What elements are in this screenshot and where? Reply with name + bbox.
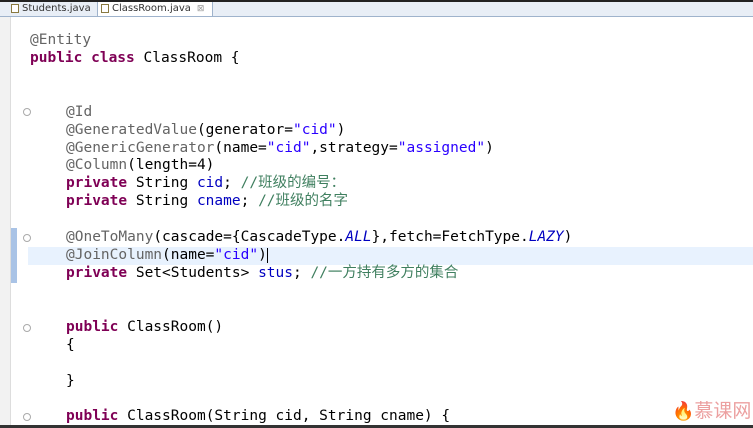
code-text: Set<Students> xyxy=(127,265,259,281)
code-text: String xyxy=(127,175,197,191)
code-line: private String cname; //班级的名字 xyxy=(66,192,348,210)
string: "assigned" xyxy=(397,140,486,156)
comment: //一方持有多方的集合 xyxy=(310,265,459,281)
java-file-icon xyxy=(11,4,19,13)
code-text: ; xyxy=(292,265,311,281)
fold-icon[interactable] xyxy=(23,234,31,242)
keyword: public xyxy=(66,408,119,424)
tab-label: ClassRoom.java xyxy=(112,3,191,14)
code-line: @Entity xyxy=(30,32,92,48)
code-line: public ClassRoom() xyxy=(66,318,223,336)
code-line: @GenericGenerator(name="cid",strategy="a… xyxy=(66,139,494,157)
code-text: (generator= xyxy=(196,122,293,138)
annotation: @OneToMany xyxy=(66,229,154,245)
imooc-watermark: 🔥慕课网 xyxy=(672,396,751,423)
code-text: ) xyxy=(336,122,346,138)
code-line: @OneToMany(cascade={CascadeType.ALL},fet… xyxy=(66,228,572,246)
watermark-text: 慕课网 xyxy=(694,400,752,422)
java-file-icon xyxy=(101,4,109,13)
field: cid xyxy=(196,175,224,191)
text-caret xyxy=(266,247,268,263)
code-text: ClassRoom() xyxy=(118,319,224,335)
code-line: public ClassRoom(String cid, String cnam… xyxy=(66,407,450,425)
keyword: private xyxy=(66,265,128,281)
string: "cid" xyxy=(266,140,311,156)
code-line: @Column(length=4) xyxy=(66,156,214,174)
field: cname xyxy=(196,193,241,209)
code-text: ClassRoom { xyxy=(134,50,240,66)
fold-icon[interactable] xyxy=(23,108,31,116)
enum-constant: LAZY xyxy=(528,229,564,245)
editor-tab-bar: Students.java⊠ ClassRoom.java ⊠ xyxy=(0,2,753,17)
code-text: (length=4) xyxy=(127,157,215,173)
code-line: @JoinColumn(name="cid") xyxy=(66,246,268,264)
code-line: { xyxy=(66,337,75,353)
tab-classroom-java[interactable]: ClassRoom.java ⊠ xyxy=(97,2,213,16)
string: "cid" xyxy=(214,247,259,263)
fold-icon[interactable] xyxy=(23,413,31,421)
string: "cid" xyxy=(292,122,337,138)
code-text: ; xyxy=(223,175,241,191)
code-text: ClassRoom(String cid, String cname) { xyxy=(118,408,451,424)
code-text: (cascade={CascadeType. xyxy=(153,229,346,245)
comment: //班级的编号： xyxy=(240,175,346,191)
keyword: private xyxy=(66,175,128,191)
tab-label: Students.java xyxy=(22,3,91,14)
annotation: @GeneratedValue xyxy=(66,122,197,138)
code-line: } xyxy=(66,373,75,389)
keyword: private xyxy=(66,193,128,209)
comment: //班级的名字 xyxy=(258,193,349,209)
fold-icon[interactable] xyxy=(23,324,31,332)
code-text: ; xyxy=(240,193,259,209)
editor-gutter xyxy=(0,17,11,428)
code-line: @Id xyxy=(66,104,93,120)
code-line: public class ClassRoom { xyxy=(30,49,240,67)
code-text: ) xyxy=(563,229,573,245)
code-text: ,strategy= xyxy=(310,140,398,156)
enum-constant: ALL xyxy=(345,229,372,245)
code-text: (name= xyxy=(214,140,267,156)
annotation: @GenericGenerator xyxy=(66,140,215,156)
close-icon[interactable]: ⊠ xyxy=(197,4,205,14)
code-line: private String cid; //班级的编号： xyxy=(66,174,345,192)
keyword: public xyxy=(66,319,119,335)
annotation: @Column xyxy=(66,157,128,173)
code-text: (name= xyxy=(162,247,215,263)
code-text: },fetch=FetchType. xyxy=(371,229,529,245)
flame-icon: 🔥 xyxy=(672,401,695,422)
code-line: private Set<Students> stus; //一方持有多方的集合 xyxy=(66,264,458,282)
annotation: @JoinColumn xyxy=(66,247,163,263)
code-text: ) xyxy=(485,140,494,156)
code-text: String xyxy=(127,193,197,209)
code-text: ) xyxy=(258,247,267,263)
code-line: @GeneratedValue(generator="cid") xyxy=(66,121,345,139)
change-marker xyxy=(11,228,17,283)
keyword: public class xyxy=(30,50,135,66)
tab-students-java[interactable]: Students.java⊠ xyxy=(8,2,110,16)
field: stus xyxy=(258,265,293,281)
